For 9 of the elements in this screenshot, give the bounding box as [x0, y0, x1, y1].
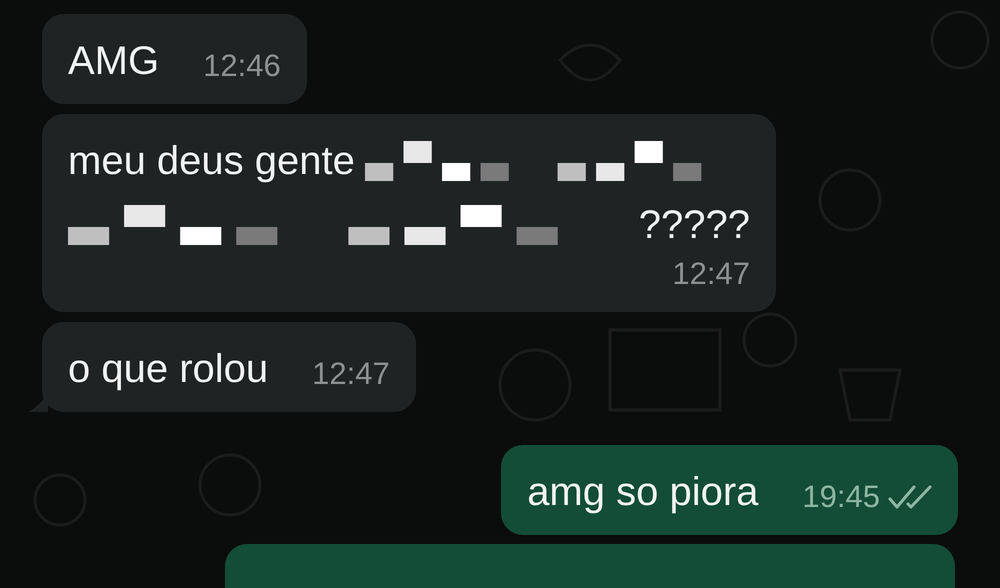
message-time: 12:46 [203, 47, 281, 85]
message-text: AMG [68, 38, 160, 85]
message-text: ????? [638, 202, 750, 249]
message-time: 19:45 [802, 478, 880, 516]
message-time: 12:47 [672, 255, 750, 293]
message-text: amg so piora [527, 469, 758, 516]
message-time: 12:47 [312, 355, 390, 393]
message-text: o que rolou [68, 346, 268, 393]
message-text: meu deus gente [68, 138, 355, 185]
